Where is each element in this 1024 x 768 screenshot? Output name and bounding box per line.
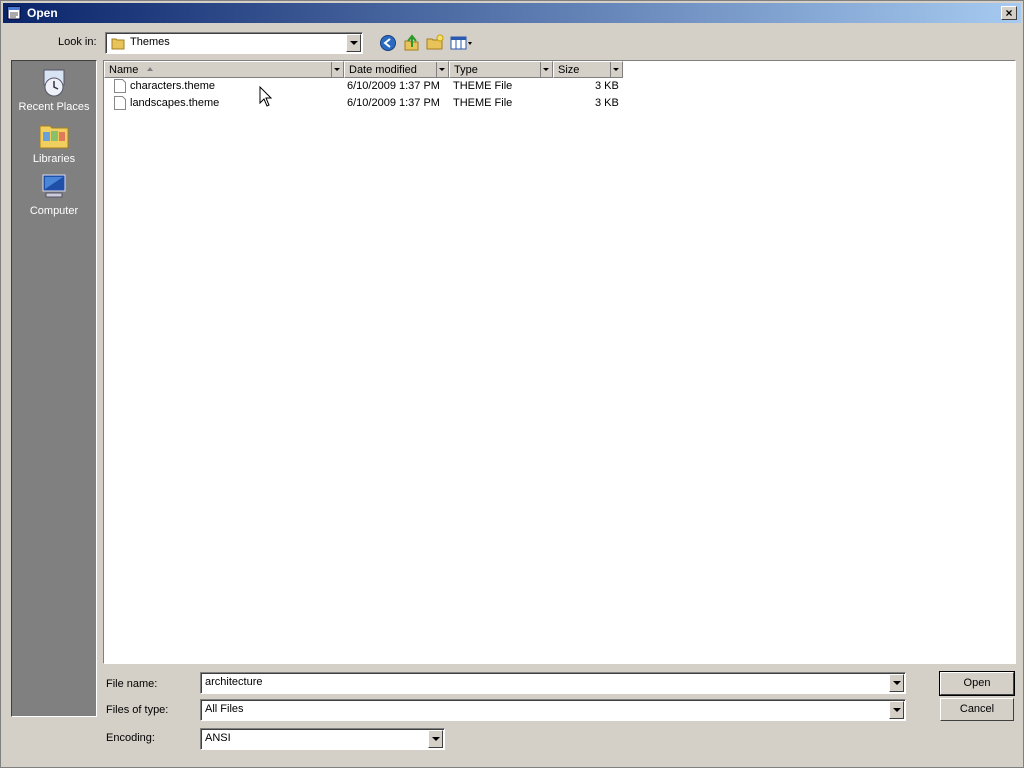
file-date: 6/10/2009 1:37 PM: [347, 80, 440, 92]
file-name-value: architecture: [205, 676, 263, 688]
file-type: THEME File: [453, 80, 513, 92]
look-in-label: Look in:: [58, 36, 97, 48]
chevron-down-icon[interactable]: [889, 674, 904, 692]
place-computer[interactable]: Computer: [12, 171, 96, 217]
encoding-label: Encoding:: [106, 732, 155, 744]
place-libraries[interactable]: Libraries: [12, 119, 96, 165]
column-filter-dropdown[interactable]: [436, 62, 448, 77]
chevron-down-icon[interactable]: [889, 701, 904, 719]
open-dialog: Open × Look in: Themes Recent Places Lib…: [0, 0, 1024, 768]
recent-places-icon: [43, 69, 65, 97]
column-filter-dropdown[interactable]: [610, 62, 622, 77]
new-folder-icon[interactable]: [425, 33, 445, 53]
file-type: THEME File: [453, 97, 513, 109]
file-size: 3 KB: [595, 97, 619, 109]
open-button[interactable]: Open: [939, 671, 1015, 696]
file-type-value: All Files: [205, 703, 244, 715]
column-header-type[interactable]: Type: [449, 61, 553, 78]
column-header-size[interactable]: Size: [553, 61, 623, 78]
place-label: Computer: [29, 205, 79, 217]
file-name-input[interactable]: architecture: [200, 672, 906, 694]
cancel-button[interactable]: Cancel: [940, 698, 1014, 721]
up-folder-icon[interactable]: [402, 33, 422, 53]
chevron-down-icon[interactable]: [428, 730, 443, 748]
sort-ascending-icon: [147, 67, 153, 71]
file-type-dropdown[interactable]: All Files: [200, 699, 906, 721]
column-header-date[interactable]: Date modified: [344, 61, 449, 78]
file-type-label: Files of type:: [106, 704, 169, 716]
column-label: Size: [558, 64, 580, 76]
computer-icon: [42, 174, 66, 198]
chevron-down-icon[interactable]: [346, 34, 361, 52]
encoding-dropdown[interactable]: ANSI: [200, 728, 445, 750]
encoding-value: ANSI: [205, 732, 231, 744]
column-label: Name: [109, 64, 139, 76]
libraries-icon: [39, 125, 69, 149]
file-name-label: File name:: [106, 678, 158, 690]
document-icon: [114, 96, 126, 110]
window-title: Open: [27, 6, 58, 20]
file-date: 6/10/2009 1:37 PM: [347, 97, 440, 109]
file-row[interactable]: characters.theme 6/10/2009 1:37 PM THEME…: [104, 78, 704, 95]
look-in-value: Themes: [130, 36, 170, 48]
file-list[interactable]: Name Date modified Type Size characters.…: [103, 60, 1016, 664]
look-in-dropdown[interactable]: Themes: [105, 32, 363, 54]
place-recent-places[interactable]: Recent Places: [12, 67, 96, 113]
place-label: Libraries: [32, 153, 76, 165]
notepad-icon: [7, 6, 21, 20]
file-name: characters.theme: [130, 80, 215, 92]
close-button[interactable]: ×: [1001, 6, 1017, 20]
document-icon: [114, 79, 126, 93]
file-row[interactable]: landscapes.theme 6/10/2009 1:37 PM THEME…: [104, 95, 704, 112]
column-filter-dropdown[interactable]: [540, 62, 552, 77]
column-label: Date modified: [349, 64, 417, 76]
file-name: landscapes.theme: [130, 97, 220, 109]
column-header-name[interactable]: Name: [104, 61, 344, 78]
places-bar: Recent Places Libraries Computer: [11, 60, 97, 717]
column-filter-dropdown[interactable]: [331, 62, 343, 77]
place-label: Recent Places: [18, 101, 90, 113]
mouse-cursor-icon: [259, 86, 273, 107]
back-icon[interactable]: [378, 33, 398, 53]
file-size: 3 KB: [595, 80, 619, 92]
title-bar[interactable]: Open ×: [3, 3, 1021, 23]
folder-icon: [111, 38, 125, 50]
view-menu-icon[interactable]: [449, 33, 475, 53]
column-label: Type: [454, 64, 478, 76]
